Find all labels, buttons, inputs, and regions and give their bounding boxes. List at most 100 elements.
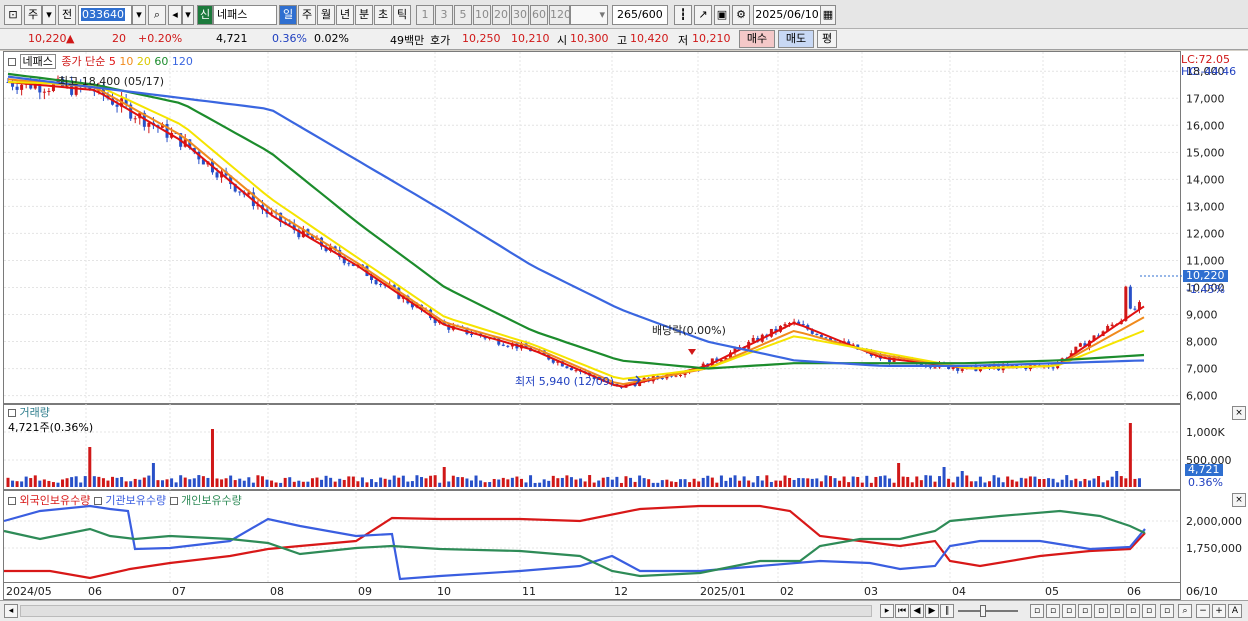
individual-menu-icon[interactable] [169, 497, 178, 505]
sell-button[interactable]: 매도 [778, 30, 814, 48]
interval-button-10[interactable]: 10 [473, 5, 491, 25]
candle-body [288, 223, 292, 225]
zoom-slider[interactable] [958, 610, 1018, 612]
volume-bar [660, 480, 664, 487]
volume-bar [388, 479, 392, 487]
volume-menu-icon[interactable] [8, 409, 16, 417]
volume-bar [992, 475, 996, 487]
prev-page-icon[interactable]: ◀ [910, 604, 924, 618]
calendar-icon[interactable]: ▦ [820, 5, 836, 25]
tool-icon-5[interactable]: ▫ [1094, 604, 1108, 618]
holdings-menu-icon[interactable] [8, 497, 16, 505]
interval-dropdown-icon: ▾ [599, 8, 605, 21]
scroll-track[interactable] [20, 605, 872, 617]
tool-icon-2[interactable]: ▫ [1046, 604, 1060, 618]
volume-bar [874, 476, 878, 487]
volume-bar [383, 478, 387, 487]
chevron-down-icon[interactable]: ▾ [42, 5, 56, 25]
candle-body [783, 324, 787, 326]
speaker-dropdown-icon[interactable]: ▾ [182, 5, 194, 25]
interval-button-30[interactable]: 30 [511, 5, 529, 25]
interval-button-3[interactable]: 3 [435, 5, 453, 25]
interval-button-1[interactable]: 1 [416, 5, 434, 25]
interval-button-120[interactable]: 120 [549, 5, 570, 25]
x-tick-label: 06 [1127, 585, 1141, 598]
zoom-out-icon[interactable]: − [1196, 604, 1210, 618]
eval-button[interactable]: 평 [817, 30, 837, 48]
tool-icon-6[interactable]: ▫ [1110, 604, 1124, 618]
tool-icon-9[interactable]: ▫ [1160, 604, 1174, 618]
indicator-icon[interactable]: ↗ [694, 5, 712, 25]
period-tab-1[interactable]: 주 [298, 5, 316, 25]
first-icon[interactable]: ⏮ [895, 604, 909, 618]
period-tab-4[interactable]: 분 [355, 5, 373, 25]
pause-icon[interactable]: ∥ [940, 604, 954, 618]
panel-menu-icon[interactable] [8, 58, 16, 66]
market-select[interactable]: 주 [24, 5, 42, 25]
up-arrow-icon: ▲ [66, 32, 75, 45]
bar-count-field[interactable]: 265/600 [612, 5, 668, 25]
save-icon[interactable]: ▣ [714, 5, 730, 25]
institution-menu-icon[interactable] [93, 497, 102, 505]
speaker-icon[interactable]: ◂ [168, 5, 182, 25]
period-tab-5[interactable]: 초 [374, 5, 392, 25]
volume-bar [665, 479, 669, 487]
scroll-left-icon[interactable]: ◂ [4, 604, 18, 618]
volume-bar [320, 479, 324, 487]
price-tick-label: 8,000 [1186, 336, 1218, 349]
interval-custom-field[interactable]: ▾ [570, 5, 608, 25]
volume-bar [1115, 471, 1119, 487]
buy-button[interactable]: 매수 [739, 30, 775, 48]
stock-name-field[interactable]: 네패스 [213, 5, 277, 25]
volume-bar [1124, 478, 1128, 487]
x-tick-label: 2025/01 [700, 585, 746, 598]
chart-window-icon[interactable]: ⊡ [4, 5, 22, 25]
chart-svg[interactable]: 18,00017,00016,00015,00014,00013,00012,0… [0, 51, 1248, 621]
font-icon[interactable]: A [1228, 604, 1242, 618]
next-page-icon[interactable]: ▶ [925, 604, 939, 618]
tool-icon-8[interactable]: ▫ [1142, 604, 1156, 618]
volume-bar [1106, 480, 1110, 487]
volume-bar [724, 480, 728, 487]
period-tab-2[interactable]: 월 [317, 5, 335, 25]
volume-bar [1074, 478, 1078, 487]
tool-icon-1[interactable]: ▫ [1030, 604, 1044, 618]
volume-bar [310, 478, 314, 487]
holdings-tick-label: 2,000,000 [1186, 515, 1242, 528]
period-tab-0[interactable]: 일 [279, 5, 297, 25]
volume-bar [1078, 481, 1082, 487]
x-tick-label: 06 [88, 585, 102, 598]
interval-button-5[interactable]: 5 [454, 5, 472, 25]
volume-bar [460, 477, 464, 487]
search-icon[interactable]: ⌕ [148, 5, 166, 25]
x-tick-label: 03 [864, 585, 878, 598]
volume-bar [942, 467, 946, 487]
period-tab-6[interactable]: 틱 [393, 5, 411, 25]
candle-style-icon[interactable]: ┇ [674, 5, 692, 25]
volume-bar [242, 480, 246, 487]
volume-bar [79, 482, 83, 487]
scroll-right-icon[interactable]: ▸ [880, 604, 894, 618]
institution-holdings-line [3, 504, 1146, 581]
magnify-icon[interactable]: ⌕ [1178, 604, 1192, 618]
code-dropdown-icon[interactable]: ▾ [132, 5, 146, 25]
date-field[interactable]: 2025/06/10 [753, 5, 821, 25]
period-tab-3[interactable]: 년 [336, 5, 354, 25]
volume-bar [1015, 481, 1019, 487]
interval-button-20[interactable]: 20 [492, 5, 510, 25]
interval-button-60[interactable]: 60 [530, 5, 548, 25]
volume-close-icon[interactable]: × [1232, 406, 1246, 420]
candle-body [506, 345, 510, 347]
tool-icon-4[interactable]: ▫ [1078, 604, 1092, 618]
tool-icon-3[interactable]: ▫ [1062, 604, 1076, 618]
holdings-close-icon[interactable]: × [1232, 493, 1246, 507]
volume-bar [651, 482, 655, 487]
tool-icon-7[interactable]: ▫ [1126, 604, 1140, 618]
zoom-slider-handle[interactable] [980, 605, 986, 617]
gear-icon[interactable]: ⚙ [732, 5, 750, 25]
volume-bar [615, 476, 619, 487]
stock-code-input[interactable]: 033640 [78, 5, 132, 25]
prev-button[interactable]: 전 [58, 5, 76, 25]
volume-bar [610, 479, 614, 487]
zoom-in-icon[interactable]: + [1212, 604, 1226, 618]
